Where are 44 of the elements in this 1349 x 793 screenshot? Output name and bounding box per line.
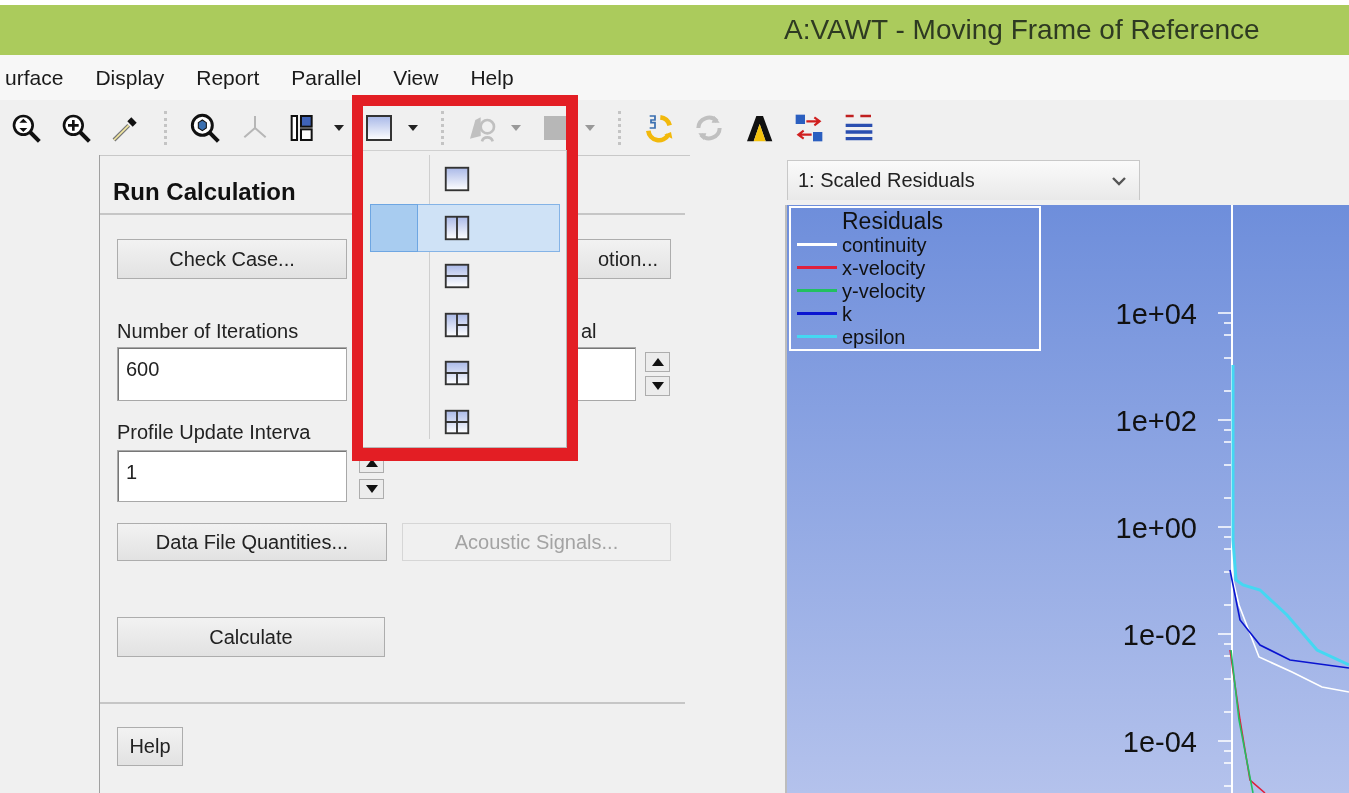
caret-icon [510, 123, 522, 132]
menu-item[interactable]: View [392, 63, 440, 92]
chevron-down-icon [1111, 175, 1127, 186]
down-triangle-icon [651, 382, 664, 390]
legend-label: epsilon [842, 326, 906, 348]
profile-interval-label: Profile Update Interva [117, 421, 311, 443]
legend-label: k [842, 303, 852, 325]
spin-down-button[interactable] [359, 479, 384, 499]
layout-menu-item[interactable] [370, 203, 560, 252]
calculate-button[interactable]: Calculate [117, 617, 385, 657]
interval-label: al [581, 320, 597, 342]
legend-title: Residuals [842, 208, 943, 234]
spin-up-button[interactable] [645, 352, 670, 372]
y-tick-label: 1e-04 [1122, 726, 1197, 758]
iterations-field[interactable]: 600 [117, 347, 347, 401]
data-file-quantities-button[interactable]: Data File Quantities... [117, 523, 387, 561]
menu-item[interactable]: urface [4, 63, 65, 92]
down-triangle-icon [365, 485, 378, 493]
y-tick-label: 1e+02 [1115, 405, 1197, 437]
up-triangle-icon [365, 459, 378, 467]
y-tick-label: 1e+00 [1115, 512, 1197, 544]
plot-window-dropdown[interactable]: 1: Scaled Residuals [787, 160, 1140, 200]
check-case-button[interactable]: Check Case... [117, 239, 347, 279]
y-tick-label: 1e+04 [1115, 298, 1197, 330]
legend-label: x-velocity [842, 257, 926, 279]
menu-item[interactable]: Display [94, 63, 166, 92]
y-tick-label: 1e-02 [1122, 619, 1197, 651]
menu-item[interactable]: Report [195, 63, 261, 92]
legend-label: y-velocity [842, 280, 926, 302]
help-button[interactable]: Help [117, 727, 183, 766]
iterations-label: Number of Iterations [117, 320, 300, 343]
menu-item[interactable]: Help [469, 63, 515, 92]
zoom-cube-icon [189, 111, 221, 144]
menu-item[interactable]: Parallel [290, 63, 363, 92]
caret-icon [333, 123, 345, 132]
profile-interval-field[interactable]: 1 [117, 450, 347, 502]
up-triangle-icon [651, 358, 664, 366]
legend-label: continuity [842, 234, 927, 256]
caret-icon [407, 123, 419, 132]
dropdown-value: 1: Scaled Residuals [798, 169, 975, 192]
spin-down-button[interactable] [645, 376, 670, 396]
window-title: A:VAWT - Moving Frame of Reference [784, 14, 1260, 46]
panel-title: Run Calculation [113, 178, 296, 206]
caret-icon [584, 123, 596, 132]
